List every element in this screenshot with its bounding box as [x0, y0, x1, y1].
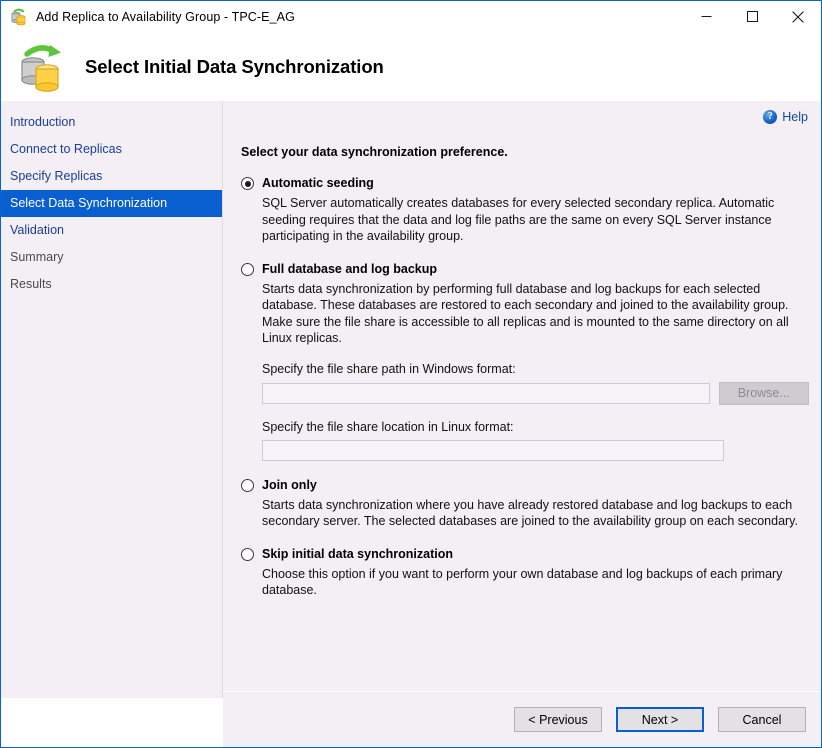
wizard-window: Add Replica to Availability Group - TPC-… — [0, 0, 822, 748]
radio-join-only[interactable]: Join only — [241, 478, 809, 492]
radio-automatic-seeding[interactable]: Automatic seeding — [241, 176, 809, 190]
option-full-database-and-log-backup: Full database and log backup Starts data… — [241, 262, 809, 461]
help-circle-icon: ? — [763, 110, 778, 124]
option-label: Join only — [262, 477, 317, 492]
sidebar-item-select-data-synchronization[interactable]: Select Data Synchronization — [1, 190, 222, 217]
help-label: Help — [782, 110, 808, 124]
previous-button[interactable]: < Previous — [514, 707, 602, 732]
windows-path-group: Specify the file share path in Windows f… — [262, 362, 809, 405]
sync-options-form: Select your data synchronization prefere… — [241, 145, 809, 616]
next-button[interactable]: Next > — [616, 707, 704, 732]
radio-unchecked-icon — [241, 262, 254, 276]
content-wrap: ? Help Select your data synchronization … — [223, 101, 821, 747]
option-description: Choose this option if you want to perfor… — [262, 566, 783, 598]
body-region: Introduction Connect to Replicas Specify… — [1, 101, 821, 747]
option-label: Full database and log backup — [262, 261, 438, 276]
linux-path-group: Specify the file share location in Linux… — [262, 420, 809, 461]
wizard-sidebar: Introduction Connect to Replicas Specify… — [1, 101, 223, 698]
sidebar-item-results: Results — [10, 277, 52, 291]
radio-unchecked-icon — [241, 547, 254, 561]
radio-unchecked-icon — [241, 478, 254, 492]
wizard-footer: < Previous Next > Cancel — [223, 692, 821, 747]
database-sync-icon — [15, 41, 71, 93]
windows-path-row: Browse... — [262, 381, 809, 405]
minimize-icon[interactable] — [683, 1, 729, 32]
window-title: Add Replica to Availability Group - TPC-… — [36, 9, 295, 24]
sidebar-item-summary: Summary — [10, 250, 64, 264]
linux-path-label: Specify the file share location in Linux… — [262, 419, 514, 434]
sidebar-item-connect-to-replicas[interactable]: Connect to Replicas — [1, 136, 222, 163]
sidebar-item-introduction[interactable]: Introduction — [1, 109, 222, 136]
page-title: Select Initial Data Synchronization — [85, 55, 384, 77]
option-join-only: Join only Starts data synchronization wh… — [241, 478, 809, 530]
windows-path-input[interactable] — [262, 382, 710, 404]
section-title: Select your data synchronization prefere… — [241, 145, 508, 159]
window-controls — [683, 1, 821, 32]
help-link[interactable]: ? Help — [763, 110, 808, 124]
windows-path-label: Specify the file share path in Windows f… — [262, 361, 516, 376]
option-description: Starts data synchronization where you ha… — [262, 497, 798, 529]
option-automatic-seeding: Automatic seeding SQL Server automatical… — [241, 176, 809, 245]
content-panel: ? Help Select your data synchronization … — [223, 101, 821, 692]
option-label: Skip initial data synchronization — [262, 546, 454, 561]
radio-full-database-and-log-backup[interactable]: Full database and log backup — [241, 262, 809, 276]
radio-checked-icon — [241, 177, 254, 190]
option-description: Starts data synchronization by performin… — [262, 281, 789, 346]
linux-path-input[interactable] — [262, 439, 724, 461]
sidebar-item-specify-replicas[interactable]: Specify Replicas — [1, 163, 222, 190]
radio-skip-initial-data-synchronization[interactable]: Skip initial data synchronization — [241, 547, 809, 561]
cancel-button[interactable]: Cancel — [718, 707, 806, 732]
option-label: Automatic seeding — [262, 176, 374, 190]
close-icon[interactable] — [775, 1, 821, 32]
sidebar-item-validation[interactable]: Validation — [1, 217, 222, 244]
database-sync-icon — [9, 7, 29, 27]
option-skip-initial-data-synchronization: Skip initial data synchronization Choose… — [241, 547, 809, 599]
maximize-icon[interactable] — [729, 1, 775, 32]
option-description: SQL Server automatically creates databas… — [262, 196, 775, 243]
browse-button[interactable]: Browse... — [718, 381, 809, 405]
title-bar: Add Replica to Availability Group - TPC-… — [1, 1, 821, 32]
page-header: Select Initial Data Synchronization — [1, 32, 821, 101]
